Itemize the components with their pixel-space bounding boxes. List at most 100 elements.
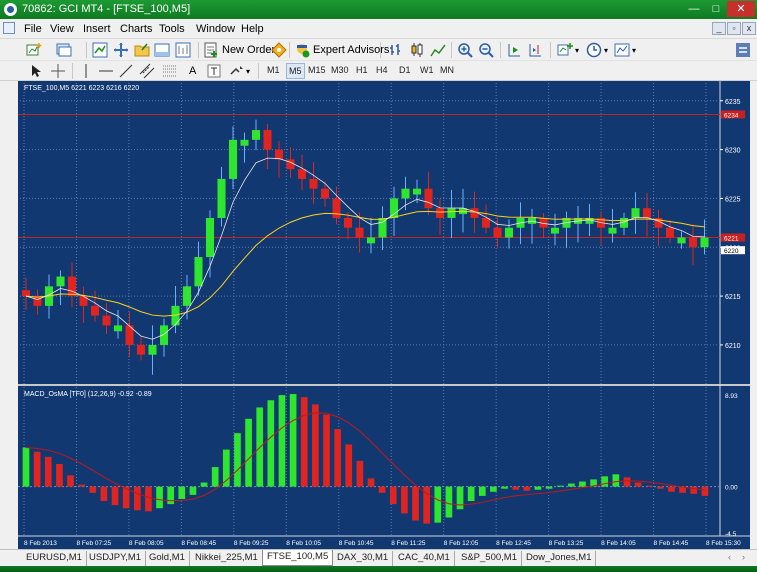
candlestick-icon[interactable] <box>409 42 425 58</box>
macd-histogram-bar <box>178 486 186 499</box>
templates-icon[interactable] <box>614 42 630 58</box>
macd-histogram-bar <box>567 483 575 487</box>
candle-body <box>642 208 652 218</box>
navigator-icon[interactable] <box>134 42 150 58</box>
tabs-scroll-right-button[interactable]: › <box>742 552 745 562</box>
new-chart-icon[interactable] <box>26 42 42 58</box>
chart-tabs-bar: EURUSD,M1 USDJPY,M1 Gold,M1 Nikkei_225,M… <box>0 549 757 566</box>
tab-nikkei[interactable]: Nikkei_225,M1 <box>191 551 263 566</box>
candle-body <box>665 227 675 238</box>
tab-usdjpy[interactable]: USDJPY,M1 <box>85 551 147 566</box>
data-window-icon[interactable] <box>113 42 129 58</box>
timeframe-w1[interactable]: W1 <box>420 65 434 75</box>
candle-body <box>343 217 353 228</box>
text-tool-button[interactable]: A <box>189 65 196 77</box>
auto-scroll-icon[interactable] <box>506 42 522 58</box>
macd-tick-label: 0.00 <box>725 485 738 492</box>
equidistant-channel-icon[interactable] <box>139 63 155 79</box>
crosshair-icon[interactable] <box>50 63 66 79</box>
timeframe-h4[interactable]: H4 <box>376 65 388 75</box>
fibonacci-icon[interactable] <box>162 63 178 79</box>
candle-body <box>251 130 261 140</box>
chart-window-icon[interactable] <box>3 22 15 34</box>
candle-body <box>205 217 215 258</box>
chart-shift-icon[interactable] <box>527 42 543 58</box>
indicators-dropdown-arrow[interactable]: ▾ <box>575 46 579 55</box>
menu-help[interactable]: Help <box>241 23 264 35</box>
tabs-scroll-left-button[interactable]: ‹ <box>728 552 731 562</box>
timeframe-m1[interactable]: M1 <box>267 65 280 75</box>
periodicity-dropdown-arrow[interactable]: ▾ <box>604 46 608 55</box>
macd-histogram-bar <box>300 397 308 487</box>
macd-histogram-bar <box>601 476 609 487</box>
macd-histogram-bar <box>56 464 63 487</box>
time-tick-label: 8 Feb 14:45 <box>654 540 689 547</box>
chart-window[interactable]: 6235 6230 6225 6220 6215 6210 8 Feb 2013 8 Feb … <box>18 81 750 549</box>
expert-advisors-button[interactable]: Expert Advisors <box>313 44 389 56</box>
horizontal-line-icon[interactable] <box>98 63 114 79</box>
zoom-out-icon[interactable] <box>478 42 494 58</box>
time-tick-label: 8 Feb 10:05 <box>286 540 321 547</box>
arrows-dropdown-arrow[interactable]: ▾ <box>246 67 250 76</box>
macd-histogram-bar <box>312 404 319 487</box>
toolbar-options-icon[interactable] <box>735 42 751 58</box>
timeframe-mn[interactable]: MN <box>440 65 454 75</box>
arrows-icon[interactable] <box>229 63 245 79</box>
bar-chart-icon[interactable] <box>388 42 404 58</box>
menu-view[interactable]: View <box>50 23 74 35</box>
new-order-button[interactable]: New Order <box>222 44 275 56</box>
menu-file[interactable]: File <box>24 23 42 35</box>
market-watch-icon[interactable] <box>92 42 108 58</box>
mdi-close-button[interactable]: x <box>742 22 756 35</box>
minimize-button[interactable]: — <box>683 1 705 17</box>
menu-tools[interactable]: Tools <box>159 23 185 35</box>
menu-window[interactable]: Window <box>196 23 235 35</box>
macd-histogram-bar <box>445 486 453 518</box>
timeframe-m15[interactable]: M15 <box>308 65 326 75</box>
metaeditor-icon[interactable] <box>271 42 287 58</box>
indicators-icon[interactable] <box>557 42 573 58</box>
candle-body <box>217 178 226 218</box>
vertical-line-icon[interactable] <box>78 63 94 79</box>
candle-body <box>332 198 341 218</box>
candle-body <box>194 257 203 287</box>
tab-ftse[interactable]: FTSE_100,M5 <box>262 550 334 566</box>
new-order-icon[interactable] <box>203 42 219 58</box>
timeframe-d1[interactable]: D1 <box>399 65 411 75</box>
timeframe-m30[interactable]: M30 <box>331 65 349 75</box>
tab-dax[interactable]: DAX_30,M1 <box>333 551 394 566</box>
templates-dropdown-arrow[interactable]: ▾ <box>632 46 636 55</box>
timeframe-h1[interactable]: H1 <box>356 65 368 75</box>
candle-body <box>67 276 77 297</box>
line-chart-icon[interactable] <box>430 42 446 58</box>
mdi-restore-button[interactable]: ▫ <box>727 22 741 35</box>
macd-histogram-bar <box>645 485 653 487</box>
menu-charts[interactable]: Charts <box>120 23 152 35</box>
periodicity-icon[interactable] <box>586 42 602 58</box>
zoom-in-icon[interactable] <box>457 42 473 58</box>
menu-insert[interactable]: Insert <box>83 23 111 35</box>
price-tick-label: 6235 <box>725 99 741 106</box>
profiles-icon[interactable] <box>56 42 72 58</box>
maximize-button[interactable]: □ <box>705 1 727 17</box>
close-button[interactable]: ✕ <box>727 1 755 17</box>
macd-histogram-bar <box>167 486 175 505</box>
macd-histogram-bar <box>200 482 208 487</box>
tab-gold[interactable]: Gold,M1 <box>145 551 190 566</box>
line-studies-toolbar: A ▾ M1 M5 M15 M30 H1 H4 D1 W1 MN <box>0 61 757 81</box>
mdi-minimize-button[interactable]: _ <box>712 22 726 35</box>
text-label-icon[interactable] <box>206 63 222 79</box>
time-tick-label: 8 Feb 10:45 <box>339 540 374 547</box>
chart-canvas[interactable]: 6235 6230 6225 6220 6215 6210 8 Feb 2013 8 Feb … <box>18 81 750 549</box>
cursor-icon[interactable] <box>28 63 44 79</box>
tab-dowjones[interactable]: Dow_Jones,M1 <box>522 551 597 566</box>
trendline-icon[interactable] <box>118 63 134 79</box>
tab-eurusd[interactable]: EURUSD,M1 <box>22 551 87 566</box>
strategy-tester-icon[interactable] <box>175 42 191 58</box>
terminal-icon[interactable] <box>154 42 170 58</box>
tab-cac[interactable]: CAC_40,M1 <box>394 551 455 566</box>
expert-advisors-icon[interactable] <box>294 42 310 58</box>
candle-body <box>102 315 111 326</box>
tab-sp500[interactable]: S&P_500,M1 <box>457 551 522 566</box>
timeframe-m5[interactable]: M5 <box>286 63 305 79</box>
